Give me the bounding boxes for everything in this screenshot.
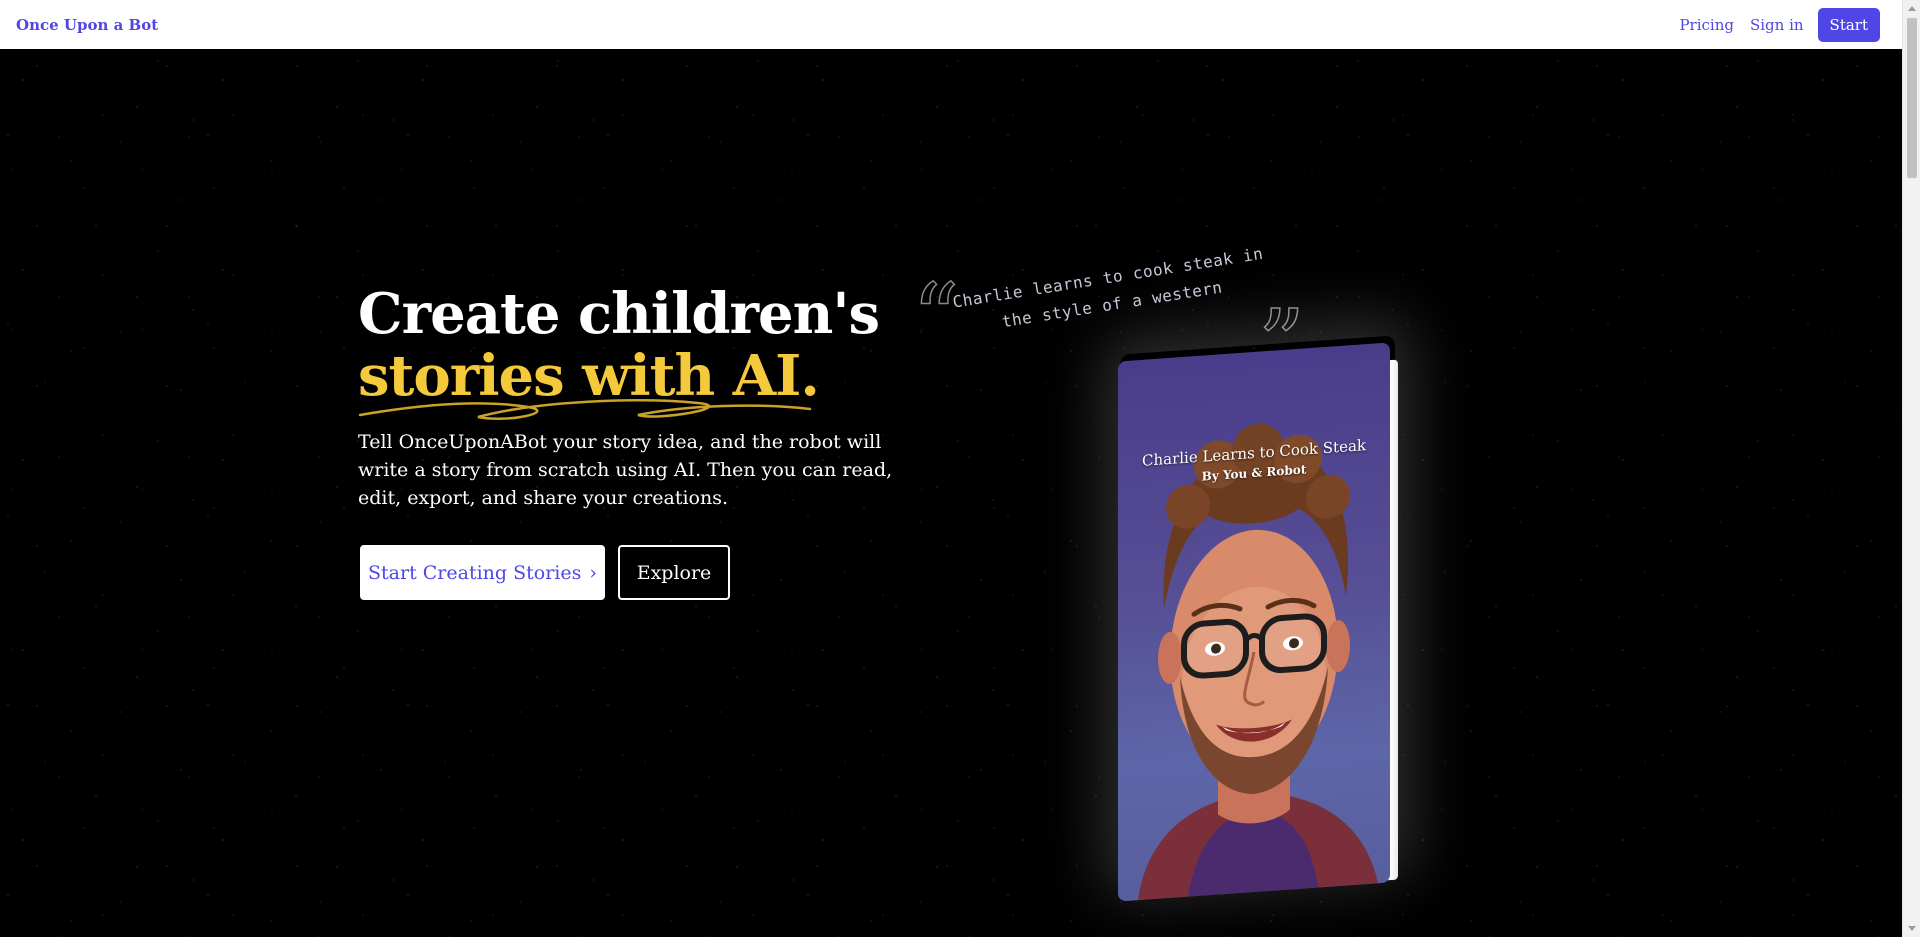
starfield-background-layer bbox=[0, 49, 1902, 937]
book-preview: Charlie Learns to Cook Steak By You & Ro… bbox=[1110, 340, 1400, 902]
start-creating-stories-button[interactable]: Start Creating Stories › bbox=[360, 545, 605, 600]
chevron-right-icon: › bbox=[589, 561, 597, 584]
hero-description: Tell OnceUponABot your story idea, and t… bbox=[358, 431, 893, 509]
scribble-underline-icon bbox=[358, 399, 812, 420]
book-cover: Charlie Learns to Cook Steak By You & Ro… bbox=[1118, 342, 1390, 902]
top-navbar: Once Upon a Bot Pricing Sign in Start bbox=[0, 0, 1902, 49]
sign-in-link[interactable]: Sign in bbox=[1748, 16, 1806, 34]
hero-title-line1: Create children's bbox=[358, 281, 880, 347]
nav-actions: Pricing Sign in Start bbox=[1677, 7, 1886, 42]
pricing-link[interactable]: Pricing bbox=[1677, 16, 1736, 34]
page: Once Upon a Bot Pricing Sign in Start Cr… bbox=[0, 0, 1920, 937]
page-scrollbar[interactable] bbox=[1902, 0, 1920, 937]
explore-button[interactable]: Explore bbox=[618, 545, 730, 600]
scrollbar-thumb[interactable] bbox=[1907, 18, 1917, 178]
start-creating-stories-label: Start Creating Stories bbox=[368, 561, 582, 584]
book-cover-portrait-image bbox=[1138, 423, 1378, 901]
start-button[interactable]: Start bbox=[1817, 7, 1880, 42]
scroll-down-icon[interactable] bbox=[1908, 926, 1916, 931]
scroll-up-icon[interactable] bbox=[1908, 6, 1916, 11]
hero-title-highlight: stories with AI. bbox=[358, 345, 879, 420]
brand-logo-link[interactable]: Once Upon a Bot bbox=[16, 16, 158, 34]
hero-title: Create children's stories with AI. bbox=[358, 281, 880, 420]
